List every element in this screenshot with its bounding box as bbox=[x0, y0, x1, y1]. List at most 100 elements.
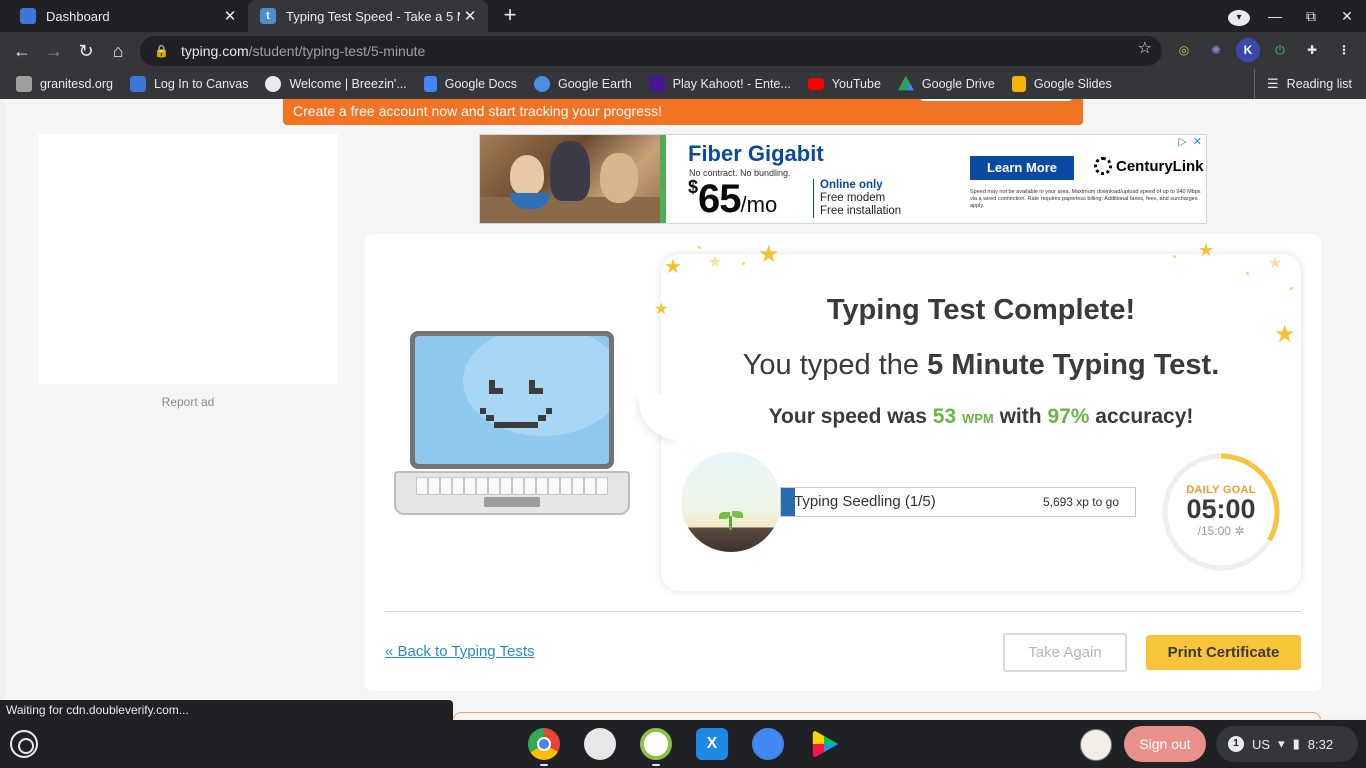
forward-arrow-icon[interactable]: → bbox=[41, 38, 67, 64]
extension-power-icon[interactable]: ⏻ bbox=[1268, 38, 1292, 62]
level-xp-remaining: 5,693 xp to go bbox=[1042, 495, 1119, 509]
seedling-badge bbox=[681, 452, 781, 552]
tab-search-icon[interactable]: ▾ bbox=[1228, 7, 1250, 26]
notification-count: 1 bbox=[1228, 736, 1244, 752]
reload-icon[interactable]: ↻ bbox=[73, 38, 99, 64]
earth-icon bbox=[534, 76, 550, 92]
offer-modem: Free modem bbox=[820, 192, 886, 204]
minimize-icon[interactable]: — bbox=[1264, 8, 1286, 24]
family-photo bbox=[480, 135, 660, 223]
bookmark-google-slides[interactable]: Google Slides bbox=[1011, 76, 1112, 92]
level-name: Typing Seedling (1/5) bbox=[794, 493, 936, 510]
bookmarks-bar: granitesd.org Log In to Canvas Welcome |… bbox=[0, 69, 1366, 99]
extension-k-icon[interactable]: K bbox=[1236, 38, 1260, 62]
bookmark-youtube[interactable]: YouTube bbox=[807, 77, 881, 91]
typed-prefix: You typed the bbox=[742, 349, 928, 381]
typed-test-name: 5 Minute Typing Test. bbox=[927, 349, 1220, 381]
bookmark-granitesd[interactable]: granitesd.org bbox=[16, 76, 113, 92]
accuracy-value: 97% bbox=[1047, 405, 1090, 428]
new-tab-button[interactable]: + bbox=[498, 4, 522, 28]
play-store-app-icon[interactable] bbox=[812, 729, 839, 759]
price-unit: /mo bbox=[740, 192, 778, 217]
bookmark-label: Google Drive bbox=[921, 77, 995, 91]
maximize-icon[interactable]: ⧉ bbox=[1300, 8, 1322, 25]
os-shelf: X Sign out 1 US ▾ ▮ 8:32 bbox=[0, 720, 1366, 768]
star-icon: ★ bbox=[1198, 240, 1215, 260]
bookmark-label: Welcome | Breezin'... bbox=[289, 77, 407, 91]
extensions-puzzle-icon[interactable]: ✚ bbox=[1300, 38, 1324, 62]
window-controls: ▾ — ⧉ ✕ bbox=[1228, 0, 1358, 32]
daily-goal-total: /15:00 ✲ bbox=[1197, 524, 1245, 538]
report-ad-link[interactable]: Report ad bbox=[38, 395, 338, 409]
browser-menu-icon[interactable]: ⋮ bbox=[1332, 38, 1356, 62]
back-arrow-icon[interactable]: ← bbox=[9, 38, 35, 64]
bookmark-kahoot[interactable]: Play Kahoot! - Ente... bbox=[648, 76, 791, 92]
centurylink-logo-icon bbox=[1094, 157, 1112, 175]
side-ad-slot[interactable] bbox=[38, 134, 338, 384]
gear-icon[interactable]: ✲ bbox=[1234, 524, 1244, 538]
back-to-typing-tests-link[interactable]: « Back to Typing Tests bbox=[385, 643, 535, 660]
learn-more-button[interactable]: Learn More bbox=[970, 156, 1074, 180]
ad-choices[interactable]: ▷ ✕ bbox=[1178, 135, 1202, 148]
photos-app-icon[interactable] bbox=[584, 728, 616, 760]
banner-signup-button[interactable] bbox=[920, 99, 1072, 101]
bookmark-label: Google Docs bbox=[444, 77, 517, 91]
status-tray[interactable]: 1 US ▾ ▮ 8:32 bbox=[1216, 726, 1358, 762]
tab-typing-test[interactable]: t Typing Test Speed - Take a 5 Minu ✕ bbox=[248, 0, 488, 32]
avatar[interactable] bbox=[1080, 729, 1112, 761]
canvas-favicon-icon bbox=[20, 8, 36, 24]
reading-list[interactable]: ☰ Reading list bbox=[1254, 69, 1352, 99]
drive-icon bbox=[897, 76, 914, 91]
bookmark-canvas[interactable]: Log In to Canvas bbox=[129, 76, 248, 92]
tab-title: Dashboard bbox=[46, 8, 110, 24]
speed-summary: Your speed was 53 WPM with 97% accuracy! bbox=[661, 405, 1301, 429]
battery-icon: ▮ bbox=[1292, 736, 1300, 751]
extension-gear-icon[interactable]: ✺ bbox=[1204, 38, 1228, 62]
divider bbox=[385, 611, 1301, 612]
print-certificate-button[interactable]: Print Certificate bbox=[1146, 635, 1301, 670]
extension-circle-icon[interactable]: ◎ bbox=[1172, 38, 1196, 62]
centurylink-ad[interactable]: Fiber Gigabit No contract. No bundling. … bbox=[479, 134, 1207, 224]
close-tab-icon[interactable]: ✕ bbox=[460, 7, 480, 25]
wifi-icon: ▾ bbox=[1278, 736, 1285, 751]
address-bar[interactable]: 🔒 typing.com /student/typing-test/5-minu… bbox=[140, 36, 1162, 66]
extensions-bar: ◎ ✺ K ⏻ ✚ ⋮ bbox=[1172, 38, 1356, 62]
lock-icon[interactable]: 🔒 bbox=[154, 44, 169, 58]
docs-icon bbox=[423, 76, 437, 92]
tab-dashboard[interactable]: Dashboard ✕ bbox=[0, 0, 248, 32]
bookmark-google-earth[interactable]: Google Earth bbox=[534, 76, 632, 92]
close-window-icon[interactable]: ✕ bbox=[1336, 8, 1358, 25]
sign-out-button[interactable]: Sign out bbox=[1124, 726, 1206, 762]
bookmark-google-drive[interactable]: Google Drive bbox=[897, 76, 995, 92]
wpm-unit: WPM bbox=[961, 411, 994, 426]
offer-online: Online only bbox=[820, 179, 883, 191]
close-ad-icon[interactable]: ✕ bbox=[1193, 135, 1202, 148]
close-tab-icon[interactable]: ✕ bbox=[220, 7, 240, 25]
bookmark-label: YouTube bbox=[831, 77, 881, 91]
take-again-button[interactable]: Take Again bbox=[1003, 633, 1127, 672]
youtube-icon bbox=[807, 78, 824, 90]
page-viewport: Create a free account now and start trac… bbox=[0, 99, 1366, 719]
adchoices-icon[interactable]: ▷ bbox=[1178, 135, 1186, 148]
docs-app-icon[interactable] bbox=[752, 728, 784, 760]
x-app-icon[interactable]: X bbox=[696, 728, 728, 760]
level-progress-bar: Typing Seedling (1/5) 5,693 xp to go bbox=[780, 487, 1136, 517]
daily-goal-time: 05:00 bbox=[1186, 494, 1256, 524]
keyboard-layout: US bbox=[1252, 736, 1271, 752]
bookmark-breezin[interactable]: Welcome | Breezin'... bbox=[265, 76, 407, 92]
next-section-edge bbox=[453, 712, 1321, 719]
browser-toolbar: ← → ↻ ⌂ 🔒 typing.com /student/typing-tes… bbox=[0, 32, 1366, 69]
globe-icon bbox=[265, 76, 282, 92]
offer-installation: Free installation bbox=[820, 205, 902, 217]
bookmark-google-docs[interactable]: Google Docs bbox=[423, 76, 517, 92]
home-icon[interactable]: ⌂ bbox=[105, 38, 131, 64]
launcher-icon[interactable] bbox=[10, 730, 38, 758]
canvas-icon bbox=[129, 76, 146, 92]
cycle-app-icon[interactable] bbox=[640, 728, 672, 766]
slides-icon bbox=[1011, 76, 1026, 92]
chrome-app-icon[interactable] bbox=[528, 728, 560, 766]
star-icon: ★ bbox=[1268, 255, 1283, 272]
brand-name: CenturyLink bbox=[1116, 157, 1204, 175]
test-complete-heading: Typing Test Complete! bbox=[826, 294, 1136, 326]
bookmark-star-icon[interactable]: ☆ bbox=[1138, 41, 1152, 57]
